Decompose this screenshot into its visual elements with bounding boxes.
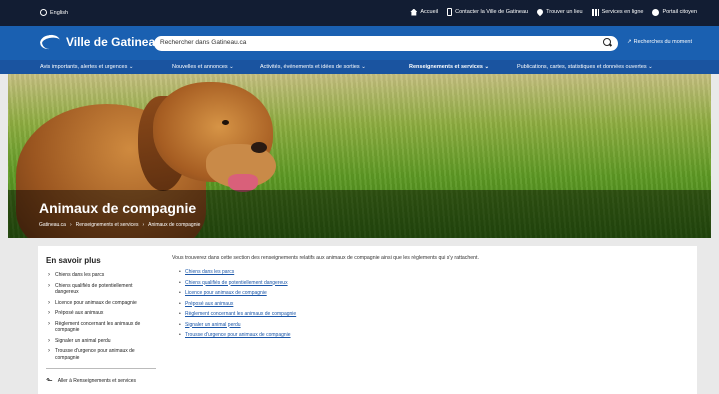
list-item[interactable]: Préposé aux animaux <box>179 299 672 310</box>
page-title: Animaux de compagnie <box>39 200 197 216</box>
back-to-services-link[interactable]: ⬑ Aller à Renseignements et services <box>46 376 156 385</box>
site-header: Ville de Gatineau Rechercher dans Gatine… <box>0 26 719 60</box>
grid-icon <box>591 8 599 16</box>
nav-item-alerts[interactable]: Avis importants, alertes et urgences ⌄ <box>40 64 133 70</box>
user-icon <box>652 8 660 16</box>
list-item[interactable]: Chiens dans les parcs <box>179 267 672 278</box>
main-nav: Avis importants, alertes et urgences ⌄ N… <box>0 60 719 74</box>
online-services-link[interactable]: Services en ligne <box>591 8 644 16</box>
site-logo[interactable]: Ville de Gatineau <box>38 33 163 51</box>
nav-item-activities[interactable]: Activités, événements et idées de sortie… <box>260 64 366 70</box>
content-panel: En savoir plus Chiens dans les parcs Chi… <box>38 246 697 394</box>
phone-icon <box>447 8 453 16</box>
contact-link-label: Contacter la Ville de Gatineau <box>455 9 529 15</box>
sidebar-heading: En savoir plus <box>46 256 101 265</box>
breadcrumb-services[interactable]: Renseignements et services <box>76 222 139 228</box>
logo-icon <box>38 33 62 51</box>
trending-label: Recherches du moment <box>633 39 692 45</box>
list-item[interactable]: Signaler un animal perdu <box>179 320 672 331</box>
utility-bar: English Accueil Contacter la Ville de Ga… <box>0 0 719 26</box>
list-item[interactable]: Licence pour animaux de compagnie <box>179 288 672 299</box>
sidebar-item-parks[interactable]: Chiens dans les parcs <box>46 272 156 279</box>
logo-text: Ville de Gatineau <box>66 35 163 49</box>
breadcrumb: Gatineau.ca › Renseignements et services… <box>39 222 200 228</box>
trending-searches-link[interactable]: ↗ Recherches du moment <box>627 39 692 45</box>
nav-item-news[interactable]: Nouvelles et annonces ⌄ <box>172 64 234 70</box>
breadcrumb-separator: › <box>142 222 145 228</box>
trending-icon: ↗ <box>627 39 632 45</box>
language-label: English <box>50 9 69 16</box>
sidebar: En savoir plus Chiens dans les parcs Chi… <box>46 256 156 385</box>
home-link[interactable]: Accueil <box>410 8 439 16</box>
nav-item-publications[interactable]: Publications, cartes, statistiques et do… <box>517 64 653 70</box>
breadcrumb-current: Animaux de compagnie <box>148 222 201 228</box>
search-placeholder: Rechercher dans Gatineau.ca <box>160 39 247 46</box>
citizen-portal-link[interactable]: Portail citoyen <box>652 8 697 16</box>
intro-text: Vous trouverez dans cette section des re… <box>172 255 479 261</box>
sidebar-item-dangerous-dogs[interactable]: Chiens qualifiés de potentiellement dang… <box>46 283 156 296</box>
list-item[interactable]: Chiens qualifiés de potentiellement dang… <box>179 278 672 289</box>
sidebar-item-emergency-kit[interactable]: Trousse d'urgence pour animaux de compag… <box>46 348 156 361</box>
find-place-link[interactable]: Trouver un lieu <box>535 7 583 17</box>
search-icon[interactable] <box>603 38 612 47</box>
location-pin-icon <box>535 7 545 17</box>
hero-banner: Animaux de compagnie Gatineau.ca › Rense… <box>8 74 711 238</box>
sidebar-item-lost-animal[interactable]: Signaler un animal perdu <box>46 338 156 345</box>
list-item[interactable]: Trousse d'urgence pour animaux de compag… <box>179 330 672 341</box>
main-content: Vous trouverez dans cette section des re… <box>172 255 672 341</box>
sidebar-item-regulation[interactable]: Règlement concernant les animaux de comp… <box>46 321 156 334</box>
search-input[interactable]: Rechercher dans Gatineau.ca <box>154 36 618 51</box>
nav-item-services[interactable]: Renseignements et services ⌄ <box>409 64 489 70</box>
back-link-label: Aller à Renseignements et services <box>57 377 137 384</box>
online-services-link-label: Services en ligne <box>601 9 644 15</box>
breadcrumb-home[interactable]: Gatineau.ca <box>39 222 66 228</box>
sidebar-item-license[interactable]: Licence pour animaux de compagnie <box>46 300 156 307</box>
globe-icon <box>40 9 47 16</box>
language-toggle[interactable]: English <box>40 9 68 16</box>
home-link-label: Accueil <box>420 9 439 15</box>
sidebar-divider <box>46 368 156 369</box>
sidebar-item-animal-officer[interactable]: Préposé aux animaux <box>46 310 156 317</box>
contact-link[interactable]: Contacter la Ville de Gatineau <box>447 8 528 16</box>
find-place-link-label: Trouver un lieu <box>546 9 583 15</box>
back-arrow-icon: ⬑ <box>46 376 53 385</box>
home-icon <box>410 8 418 16</box>
citizen-portal-link-label: Portail citoyen <box>662 9 697 15</box>
link-list: Chiens dans les parcs Chiens qualifiés d… <box>172 267 672 341</box>
utility-links: Accueil Contacter la Ville de Gatineau T… <box>410 7 697 17</box>
list-item[interactable]: Règlement concernant les animaux de comp… <box>179 309 672 320</box>
breadcrumb-separator: › <box>69 222 72 228</box>
